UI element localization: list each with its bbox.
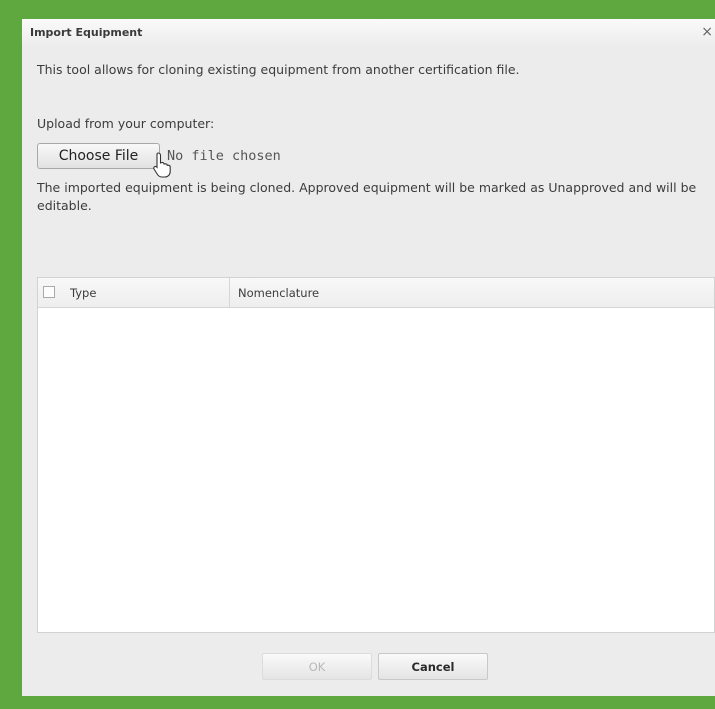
mouse-cursor-icon xyxy=(153,152,171,178)
column-header-nomenclature[interactable]: Nomenclature xyxy=(238,286,319,300)
upload-label: Upload from your computer: xyxy=(37,116,215,131)
cancel-button[interactable]: Cancel xyxy=(378,653,488,680)
equipment-table: Type Nomenclature xyxy=(37,277,715,633)
column-label-type: Type xyxy=(70,286,97,300)
select-all-checkbox[interactable] xyxy=(43,286,55,298)
import-note: The imported equipment is being cloned. … xyxy=(37,180,697,213)
choose-file-button[interactable]: Choose File xyxy=(37,143,160,169)
ok-button[interactable]: OK xyxy=(262,653,372,680)
import-equipment-dialog: Import Equipment × This tool allows for … xyxy=(22,19,715,696)
dialog-title-bar[interactable]: Import Equipment × xyxy=(22,19,715,49)
close-icon[interactable]: × xyxy=(701,24,713,40)
file-status-text: No file chosen xyxy=(167,148,281,164)
dialog-footer: OK Cancel xyxy=(22,633,715,696)
column-header-type[interactable]: Type xyxy=(38,278,230,307)
dialog-title: Import Equipment xyxy=(30,26,143,39)
table-header: Type Nomenclature xyxy=(38,278,714,308)
dialog-description: This tool allows for cloning existing eq… xyxy=(37,62,520,77)
